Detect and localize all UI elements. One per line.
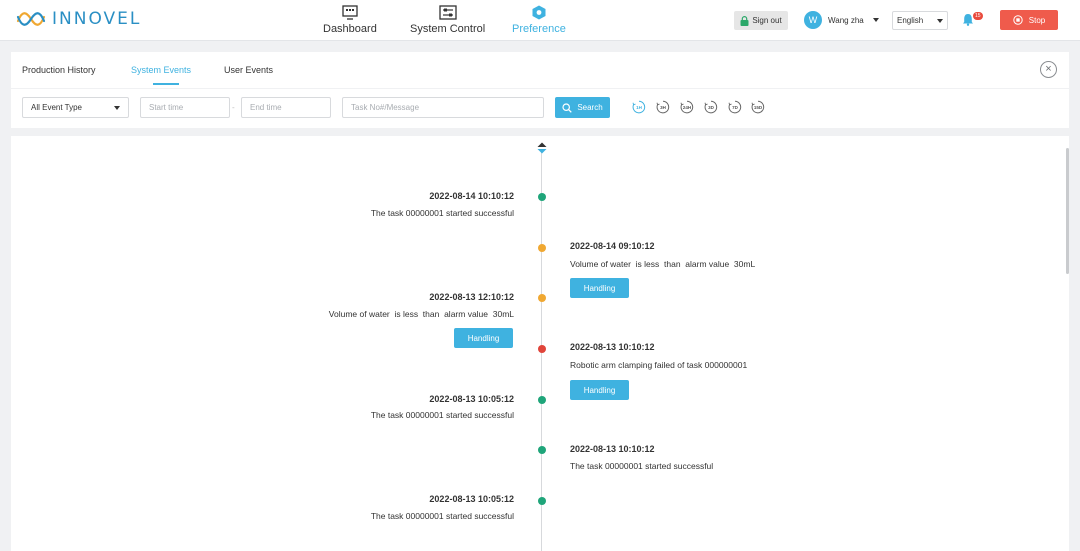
- event-message: The task 00000001 started successful: [370, 511, 514, 521]
- logo-mark-icon: [16, 12, 46, 26]
- search-button[interactable]: Search: [555, 97, 610, 118]
- sort-icon[interactable]: [537, 142, 547, 154]
- range-3h-label: 3H: [660, 104, 666, 110]
- app-name: INNOVEL: [52, 9, 142, 29]
- tab-system-events[interactable]: System Events: [131, 65, 191, 75]
- event-tabs: Production History System Events User Ev…: [11, 52, 1069, 88]
- search-label: Search: [577, 103, 603, 112]
- event-message: Volume of water is less than alarm value…: [328, 309, 514, 319]
- sign-out-label: Sign out: [752, 16, 782, 25]
- range-24h-button[interactable]: 24H: [680, 100, 694, 114]
- status-dot-warning: [538, 294, 546, 302]
- tab-production-history[interactable]: Production History: [22, 65, 96, 75]
- stop-label: Stop: [1028, 15, 1046, 25]
- range-1h-label: 1H: [636, 104, 642, 110]
- event-timeline: 2022-08-14 10:10:12 The task 00000001 st…: [11, 136, 1069, 551]
- app-logo[interactable]: INNOVEL: [16, 9, 141, 29]
- event-message: Volume of water is less than alarm value…: [570, 259, 756, 269]
- task-search-input[interactable]: [342, 97, 544, 118]
- nav-preference[interactable]: Preference: [512, 5, 566, 35]
- end-time-input[interactable]: [241, 97, 331, 118]
- nav-system-control[interactable]: System Control: [410, 5, 485, 35]
- system-control-icon: [438, 5, 457, 20]
- event-time: 2022-08-13 12:10:12: [429, 292, 514, 302]
- user-menu[interactable]: W Wang zha: [804, 11, 879, 29]
- handling-button[interactable]: Handling: [570, 278, 629, 298]
- range-7d-button[interactable]: 7D: [728, 100, 742, 114]
- notification-badge: 15: [973, 12, 983, 20]
- tab-user-events[interactable]: User Events: [224, 65, 273, 75]
- start-time-input[interactable]: [140, 97, 230, 118]
- preference-icon: [532, 5, 546, 20]
- range-1h-button[interactable]: 1H: [632, 100, 646, 114]
- status-dot-error: [538, 345, 546, 353]
- range-15d-label: 15D: [753, 104, 763, 110]
- event-message: The task 00000001 started successful: [370, 208, 514, 218]
- range-3d-button[interactable]: 3D: [704, 100, 718, 114]
- filter-bar: All Event Type - Search 1H 3H 24H 3D 7D …: [11, 89, 1069, 128]
- status-dot-success: [538, 446, 546, 454]
- handling-button[interactable]: Handling: [570, 380, 629, 400]
- user-name: Wang zha: [828, 15, 864, 25]
- range-15d-button[interactable]: 15D: [751, 100, 765, 114]
- event-message: The task 00000001 started successful: [370, 410, 514, 420]
- sign-out-button[interactable]: Sign out: [734, 11, 788, 30]
- close-button[interactable]: ×: [1040, 61, 1057, 78]
- dashboard-icon: [342, 5, 358, 20]
- status-dot-warning: [538, 244, 546, 252]
- status-dot-success: [538, 193, 546, 201]
- handling-button[interactable]: Handling: [454, 328, 513, 348]
- chevron-down-icon: [937, 18, 943, 23]
- event-message: Robotic arm clamping failed of task 0000…: [570, 360, 748, 370]
- event-message: The task 00000001 started successful: [570, 461, 714, 471]
- nav-system-control-label: System Control: [410, 23, 486, 35]
- range-3d-label: 3D: [708, 104, 714, 110]
- search-icon: [562, 102, 573, 113]
- range-7d-label: 7D: [732, 104, 738, 110]
- avatar: W: [804, 11, 822, 29]
- event-time: 2022-08-13 10:10:12: [570, 342, 655, 352]
- language-value: English: [897, 16, 924, 25]
- top-bar: INNOVEL Dashboard System Control Prefere…: [0, 0, 1080, 41]
- timeline-scrollbar[interactable]: [1066, 148, 1069, 274]
- event-time: 2022-08-13 10:05:12: [429, 394, 514, 404]
- nav-preference-label: Preference: [512, 23, 566, 35]
- range-3h-button[interactable]: 3H: [656, 100, 670, 114]
- event-time: 2022-08-14 09:10:12: [570, 241, 655, 251]
- chevron-down-icon: [872, 18, 879, 22]
- range-24h-label: 24H: [682, 104, 692, 110]
- nav-dashboard[interactable]: Dashboard: [323, 5, 377, 35]
- nav-dashboard-label: Dashboard: [323, 23, 377, 35]
- status-dot-success: [538, 396, 546, 404]
- event-type-select[interactable]: All Event Type: [22, 97, 129, 118]
- stop-icon: [1013, 15, 1023, 25]
- chevron-down-icon: [114, 105, 120, 110]
- lock-icon: [740, 15, 749, 26]
- status-dot-success: [538, 497, 546, 505]
- date-range-separator: -: [232, 103, 235, 112]
- stop-button[interactable]: Stop: [1000, 10, 1058, 30]
- language-select[interactable]: English: [892, 11, 948, 30]
- active-tab-indicator: [153, 83, 179, 85]
- event-time: 2022-08-13 10:05:12: [429, 494, 514, 504]
- event-type-value: All Event Type: [31, 103, 82, 112]
- event-time: 2022-08-14 10:10:12: [429, 191, 514, 201]
- close-icon: ×: [1045, 63, 1052, 75]
- event-time: 2022-08-13 10:10:12: [570, 444, 655, 454]
